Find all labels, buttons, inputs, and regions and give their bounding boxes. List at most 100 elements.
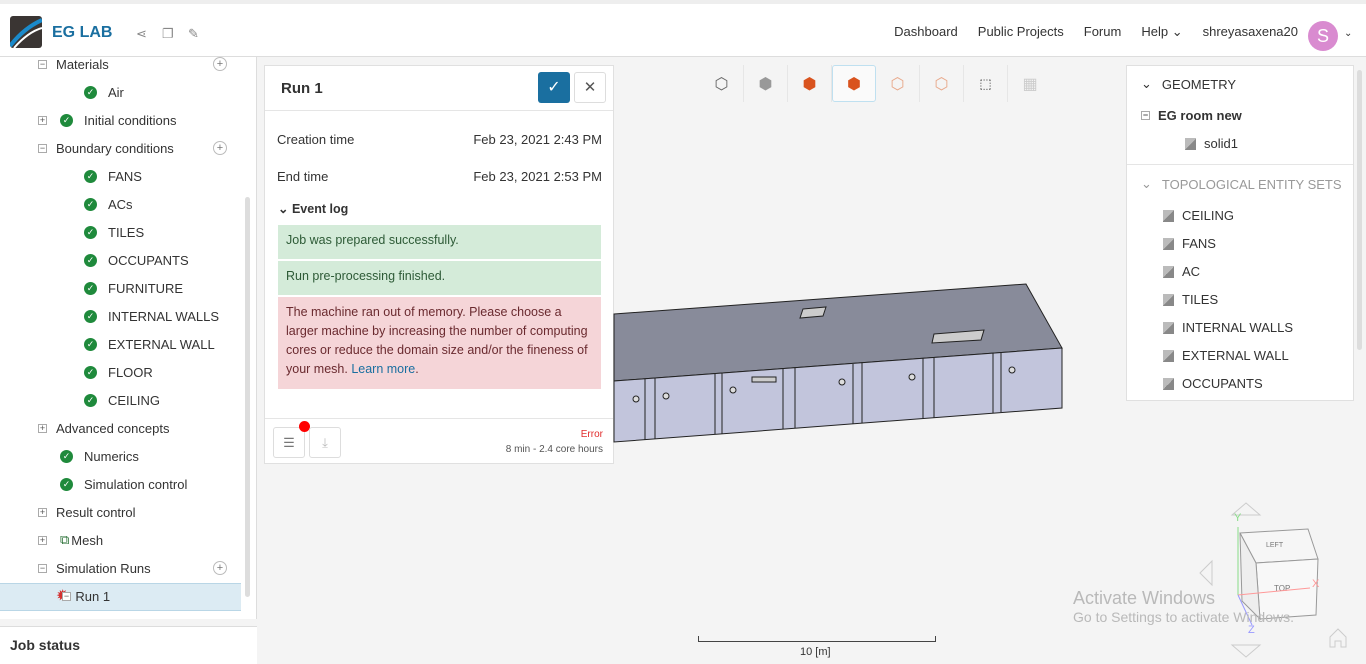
expand-toggle[interactable]: + [38, 536, 47, 545]
tree-item[interactable]: ✓ ACs [84, 194, 133, 214]
axis-z-label: Z [1248, 624, 1255, 636]
nav-dashboard[interactable]: Dashboard [894, 24, 958, 40]
tree-item[interactable]: ✓ Numerics [60, 446, 139, 466]
download-button[interactable]: ⤓ [309, 427, 341, 458]
expand-toggle[interactable]: − [62, 592, 71, 601]
collapse-icon[interactable]: ⌄ [1141, 76, 1152, 92]
log-entry-success: Run pre-processing finished. [278, 261, 601, 295]
copy-icon[interactable]: ❐ [162, 26, 174, 42]
tree-item-label: OCCUPANTS [108, 252, 189, 268]
expand-toggle[interactable]: + [38, 424, 47, 433]
expand-toggle[interactable]: + [38, 508, 47, 517]
tree-item[interactable]: ✓ FLOOR [84, 362, 153, 382]
entity-set-item[interactable]: OCCUPANTS [1163, 376, 1263, 391]
close-button[interactable]: ✕ [574, 72, 606, 103]
tree-item[interactable]: Result control [56, 502, 135, 522]
add-button[interactable]: + [213, 561, 227, 575]
entity-set-item[interactable]: TILES [1163, 292, 1218, 307]
entity-set-icon [1163, 265, 1174, 278]
entity-set-icon [1163, 349, 1174, 362]
home-icon [1329, 628, 1347, 648]
solid-item[interactable]: solid1 [1204, 136, 1238, 151]
share-icon[interactable]: ⋖ [136, 26, 147, 42]
expand-toggle[interactable]: − [38, 564, 47, 573]
view-cube[interactable]: LEFT TOP Y X Z [1190, 495, 1366, 664]
expand-toggle[interactable]: − [38, 144, 47, 153]
tree-item[interactable]: ✓ TILES [84, 222, 144, 242]
mesh-icon[interactable]: ▦ [1008, 65, 1052, 102]
event-log-toggle[interactable]: ⌄ Event log [278, 201, 348, 216]
top-bar: EG LAB ⋖ ❐ ✎ Dashboard Public Projects F… [0, 0, 1366, 57]
face-select-icon[interactable]: ⬢ [788, 65, 832, 102]
tree-item[interactable]: ✓ OCCUPANTS [84, 250, 189, 270]
mesh-icon: ⧉ [60, 532, 70, 547]
learn-more-link[interactable]: Learn more [351, 362, 415, 376]
tree-item[interactable]: ✓ Air [84, 82, 124, 102]
entity-set-label: CEILING [1182, 208, 1235, 223]
tree-item[interactable]: Advanced concepts [56, 418, 169, 438]
tree-item-label: CEILING [108, 392, 161, 408]
tree-item[interactable]: ✓ EXTERNAL WALL [84, 334, 215, 354]
volume-select-icon[interactable]: ⬢ [832, 65, 876, 102]
axis-x-label: X [1312, 578, 1320, 590]
nav-public-projects[interactable]: Public Projects [978, 24, 1064, 40]
vertex-select-icon[interactable]: ⬡ [876, 65, 920, 102]
entity-set-item[interactable]: CEILING [1163, 208, 1234, 223]
tree-item[interactable]: Materials [56, 57, 109, 74]
rotate-down-icon [1230, 644, 1262, 658]
watermark-title: Activate Windows [1073, 588, 1216, 608]
username[interactable]: shreyasaxena20 [1203, 24, 1298, 40]
wireframe-cube-icon[interactable]: ⬡ [700, 65, 744, 102]
download-icon: ⤓ [322, 435, 328, 450]
tree-item[interactable]: ✓ Initial conditions [60, 110, 177, 130]
edit-icon[interactable]: ✎ [188, 26, 199, 42]
tree-item[interactable]: Simulation Runs [56, 558, 151, 578]
logo[interactable] [10, 16, 42, 48]
brand-name[interactable]: EG LAB [52, 24, 112, 42]
log-list-button[interactable]: ☰ [273, 427, 305, 458]
error-message: The machine ran out of memory. Please ch… [286, 305, 588, 376]
expand-toggle[interactable]: + [38, 116, 47, 125]
avatar[interactable]: S [1308, 21, 1338, 51]
tree-item[interactable]: Boundary conditions [56, 138, 174, 158]
collapse-icon[interactable]: ⌄ [1141, 176, 1152, 192]
geometry-scrollbar[interactable] [1357, 70, 1362, 350]
tree-item[interactable]: ⧉ Mesh [60, 530, 103, 550]
log-entry-success: Job was prepared successfully. [278, 225, 601, 259]
selected-row-highlight [0, 583, 241, 611]
collapse-toggle[interactable]: − [1141, 111, 1150, 120]
entity-set-label: OCCUPANTS [1182, 376, 1263, 391]
entity-set-icon [1163, 237, 1174, 250]
add-button[interactable]: + [213, 57, 227, 71]
entity-set-icon [1163, 321, 1174, 334]
solid-cube-icon[interactable]: ⬢ [744, 65, 788, 102]
tree-item[interactable]: ✓ INTERNAL WALLS [84, 306, 219, 326]
entity-set-item[interactable]: INTERNAL WALLS [1163, 320, 1293, 335]
tree-item[interactable]: ✓ Simulation control [60, 474, 187, 494]
tree-item-label: Materials [56, 57, 109, 72]
add-button[interactable]: + [213, 141, 227, 155]
geometry-root[interactable]: EG room new [1158, 108, 1242, 123]
check-icon: ✓ [84, 365, 97, 379]
confirm-button[interactable]: ✓ [538, 72, 570, 103]
sets-header: TOPOLOGICAL ENTITY SETS [1161, 176, 1342, 192]
entity-set-label: INTERNAL WALLS [1182, 320, 1294, 335]
tree-item[interactable]: ✓ CEILING [84, 390, 160, 410]
nav-help[interactable]: Help ⌄ [1141, 24, 1182, 40]
tree-scrollbar[interactable] [245, 197, 250, 597]
edge-select-icon[interactable]: ⬡ [920, 65, 964, 102]
creation-time-value: Feb 23, 2021 2:43 PM [473, 132, 602, 147]
expand-toggle[interactable]: − [38, 60, 47, 69]
tree-item-label: Air [108, 84, 124, 100]
entity-set-item[interactable]: FANS [1163, 236, 1216, 251]
entity-set-item[interactable]: AC [1163, 264, 1200, 279]
tree-item[interactable]: ✓ FURNITURE [84, 278, 183, 298]
box-select-icon[interactable]: ⬚ [964, 65, 1008, 102]
scale-label: 10 [m] [800, 646, 831, 658]
entity-set-item[interactable]: EXTERNAL WALL [1163, 348, 1289, 363]
job-status-header[interactable]: Job status [0, 626, 257, 664]
chevron-down-icon[interactable]: ⌄ [1344, 28, 1352, 39]
tree-item[interactable]: ✓ FANS [84, 166, 142, 186]
nav-forum[interactable]: Forum [1084, 24, 1122, 40]
check-icon: ✓ [60, 113, 73, 127]
